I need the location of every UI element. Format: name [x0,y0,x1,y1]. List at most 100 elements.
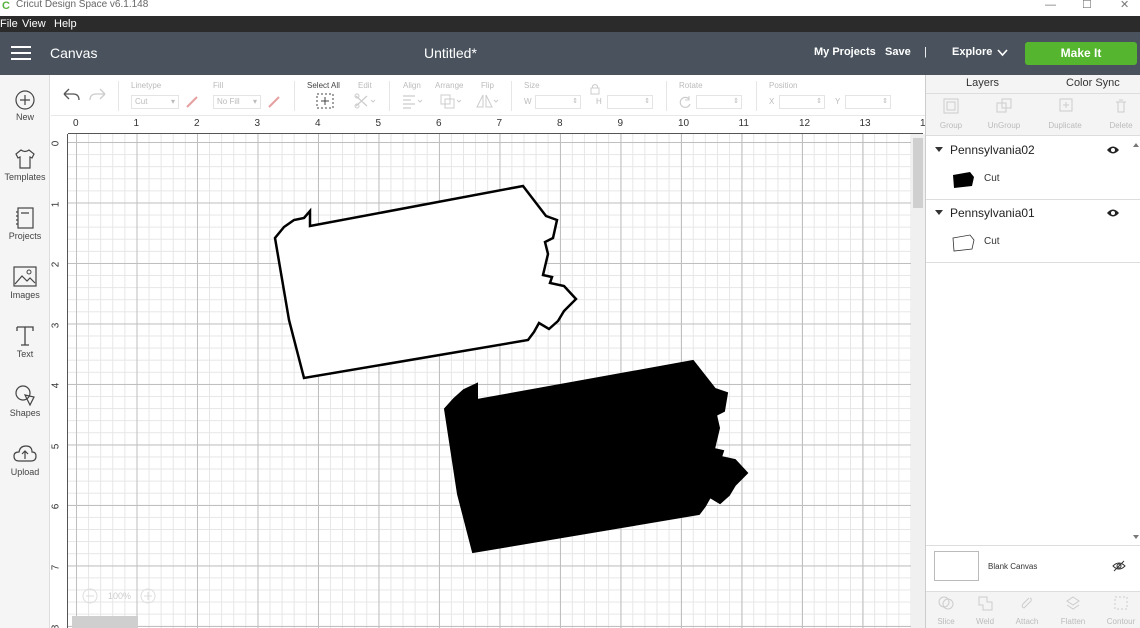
sidebar-item-projects[interactable]: Projects [0,206,50,241]
ruler-number: 2 [50,261,62,268]
contour-button[interactable]: Contour [1099,595,1140,626]
duplicate-button[interactable]: Duplicate [1040,98,1090,130]
align-label: Align [403,81,421,90]
maximize-icon[interactable]: ☐ [1082,0,1092,11]
close-icon[interactable]: ✕ [1120,0,1129,11]
my-projects-link[interactable]: My Projects [814,46,876,58]
chevron-down-icon[interactable] [997,49,1008,57]
sidebar-item-new[interactable]: New [0,89,50,122]
pennsylvania01-shape[interactable] [273,184,578,380]
linetype-color-swatch[interactable] [185,95,199,109]
collapse-caret-icon[interactable] [935,210,943,215]
layer-group[interactable]: Pennsylvania01 Cut [926,200,1140,263]
menu-view[interactable]: View [22,17,46,31]
zoom-value: 100% [108,591,132,601]
canvas-vertical-scrollbar[interactable] [911,134,925,628]
blank-canvas-label: Blank Canvas [988,562,1038,571]
rotate-input[interactable]: ⇕ [696,95,742,109]
lock-icon[interactable] [590,83,600,95]
fill-color-swatch[interactable] [267,95,281,109]
sidebar-item-images[interactable]: Images [0,265,50,300]
align-icon[interactable] [401,93,425,109]
ruler-corner [51,116,68,134]
explore-dropdown[interactable]: Explore [952,46,992,58]
ungroup-icon [996,98,1012,113]
ruler-number: 1 [133,118,140,129]
linetype-select[interactable]: Cut ▾ [131,95,179,109]
layers-panel: Layers Color Sync Group UnGroup Duplicat… [925,75,1140,628]
toolbar-separator [666,81,667,111]
layer-thumbnail [952,234,975,252]
x-label: X [769,97,775,106]
menu-help[interactable]: Help [54,17,77,31]
edit-scissors-icon[interactable] [353,93,377,109]
flip-icon[interactable] [475,93,499,109]
sidebar-item-upload[interactable]: Upload [0,442,50,477]
undo-icon[interactable] [61,86,81,102]
design-canvas[interactable] [68,134,911,628]
width-input[interactable]: ⇕ [535,95,581,109]
toolbar-separator [118,81,119,111]
layer-group[interactable]: Pennsylvania02 Cut [926,137,1140,200]
arrange-icon[interactable] [439,93,463,109]
horizontal-ruler: 0 1 2 3 4 5 6 7 8 9 10 11 12 13 1 [68,116,926,134]
window-title: Cricut Design Space v6.1.148 [16,0,149,10]
sidebar-label: Text [16,349,34,359]
scrollbar-thumb[interactable] [913,138,923,208]
slice-button[interactable]: Slice [924,595,968,626]
weld-button[interactable]: Weld [963,595,1007,626]
pennsylvania02-shape[interactable] [443,359,749,554]
duplicate-label: Duplicate [1048,121,1082,130]
attach-button[interactable]: Attach [1005,595,1049,626]
blank-canvas-swatch[interactable] [934,551,979,581]
select-all-icon[interactable] [316,93,334,109]
tab-color-sync[interactable]: Color Sync [1066,77,1120,89]
ruler-number: 0 [50,140,62,147]
sidebar-item-text[interactable]: Text [0,324,50,359]
document-title[interactable]: Untitled* [424,45,477,61]
ruler-number: 5 [50,443,62,449]
edit-toolbar: Linetype Cut ▾ Fill No Fill ▾ Select All E… [51,75,925,116]
vertical-ruler: 012345678 [50,134,68,628]
sidebar-label: Projects [8,231,42,241]
ruler-number: 3 [254,118,261,129]
stepper-icon: ⇕ [816,98,822,105]
tab-layers[interactable]: Layers [966,77,999,89]
hidden-eye-icon[interactable] [1112,560,1126,572]
menu-file[interactable]: File [0,17,18,31]
flatten-button[interactable]: Flatten [1051,595,1095,626]
ruler-number: 5 [375,118,382,129]
ruler-number: 6 [436,118,442,129]
save-button[interactable]: Save [885,46,911,58]
x-input[interactable]: ⇕ [779,95,825,109]
ungroup-button[interactable]: UnGroup [979,98,1029,130]
minimize-icon[interactable]: — [1045,0,1056,11]
stepper-icon: ⇕ [733,98,739,105]
height-input[interactable]: ⇕ [607,95,653,109]
group-label: Group [939,121,963,130]
blank-canvas-row[interactable]: Blank Canvas [926,545,1140,591]
ruler-number: 7 [496,118,503,129]
collapse-caret-icon[interactable] [935,147,943,152]
fill-label: Fill [213,81,224,90]
sidebar-item-templates[interactable]: Templates [0,147,50,182]
make-it-button[interactable]: Make It [1025,42,1137,65]
layers-scrollbar[interactable] [1131,137,1140,545]
width-label: W [524,97,532,106]
fill-select[interactable]: No Fill ▾ [213,95,261,109]
rotate-icon[interactable] [678,95,692,109]
redo-icon[interactable] [88,86,108,102]
weld-icon [978,596,993,611]
zoom-out-icon[interactable] [82,588,98,604]
ruler-number: 3 [50,322,62,328]
canvas-horizontal-scrollbar[interactable] [72,616,138,628]
zoom-in-icon[interactable] [140,588,156,604]
hamburger-menu-icon[interactable] [11,46,31,62]
group-button[interactable]: Group [926,98,976,130]
y-input[interactable]: ⇕ [845,95,891,109]
eye-icon[interactable] [1106,145,1120,155]
layer-actions: Group UnGroup Duplicate Delete [926,94,1140,136]
sidebar-item-shapes[interactable]: Shapes [0,383,50,418]
eye-icon[interactable] [1106,208,1120,218]
delete-button[interactable]: Delete [1096,98,1140,130]
